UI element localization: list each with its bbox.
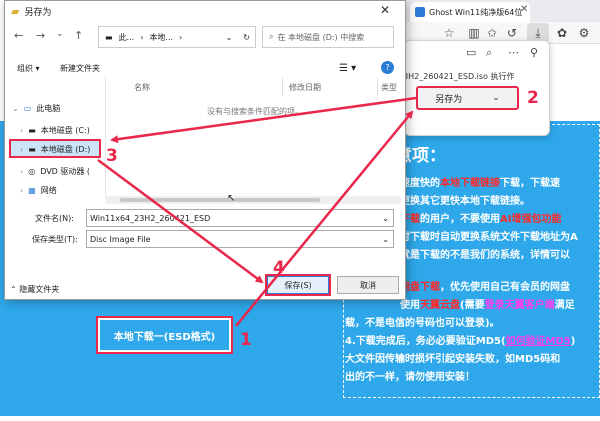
arrow-step2-to-disk-d — [110, 96, 417, 144]
annotation-arrows — [97, 96, 417, 327]
step-number-4: 4 — [273, 258, 285, 278]
step-number-1: 1 — [240, 330, 252, 350]
arrow-step3-to-save — [97, 158, 264, 284]
arrow-step1-to-saveas — [235, 110, 414, 327]
step-number-3: 3 — [106, 146, 118, 166]
step-number-2: 2 — [527, 88, 539, 108]
